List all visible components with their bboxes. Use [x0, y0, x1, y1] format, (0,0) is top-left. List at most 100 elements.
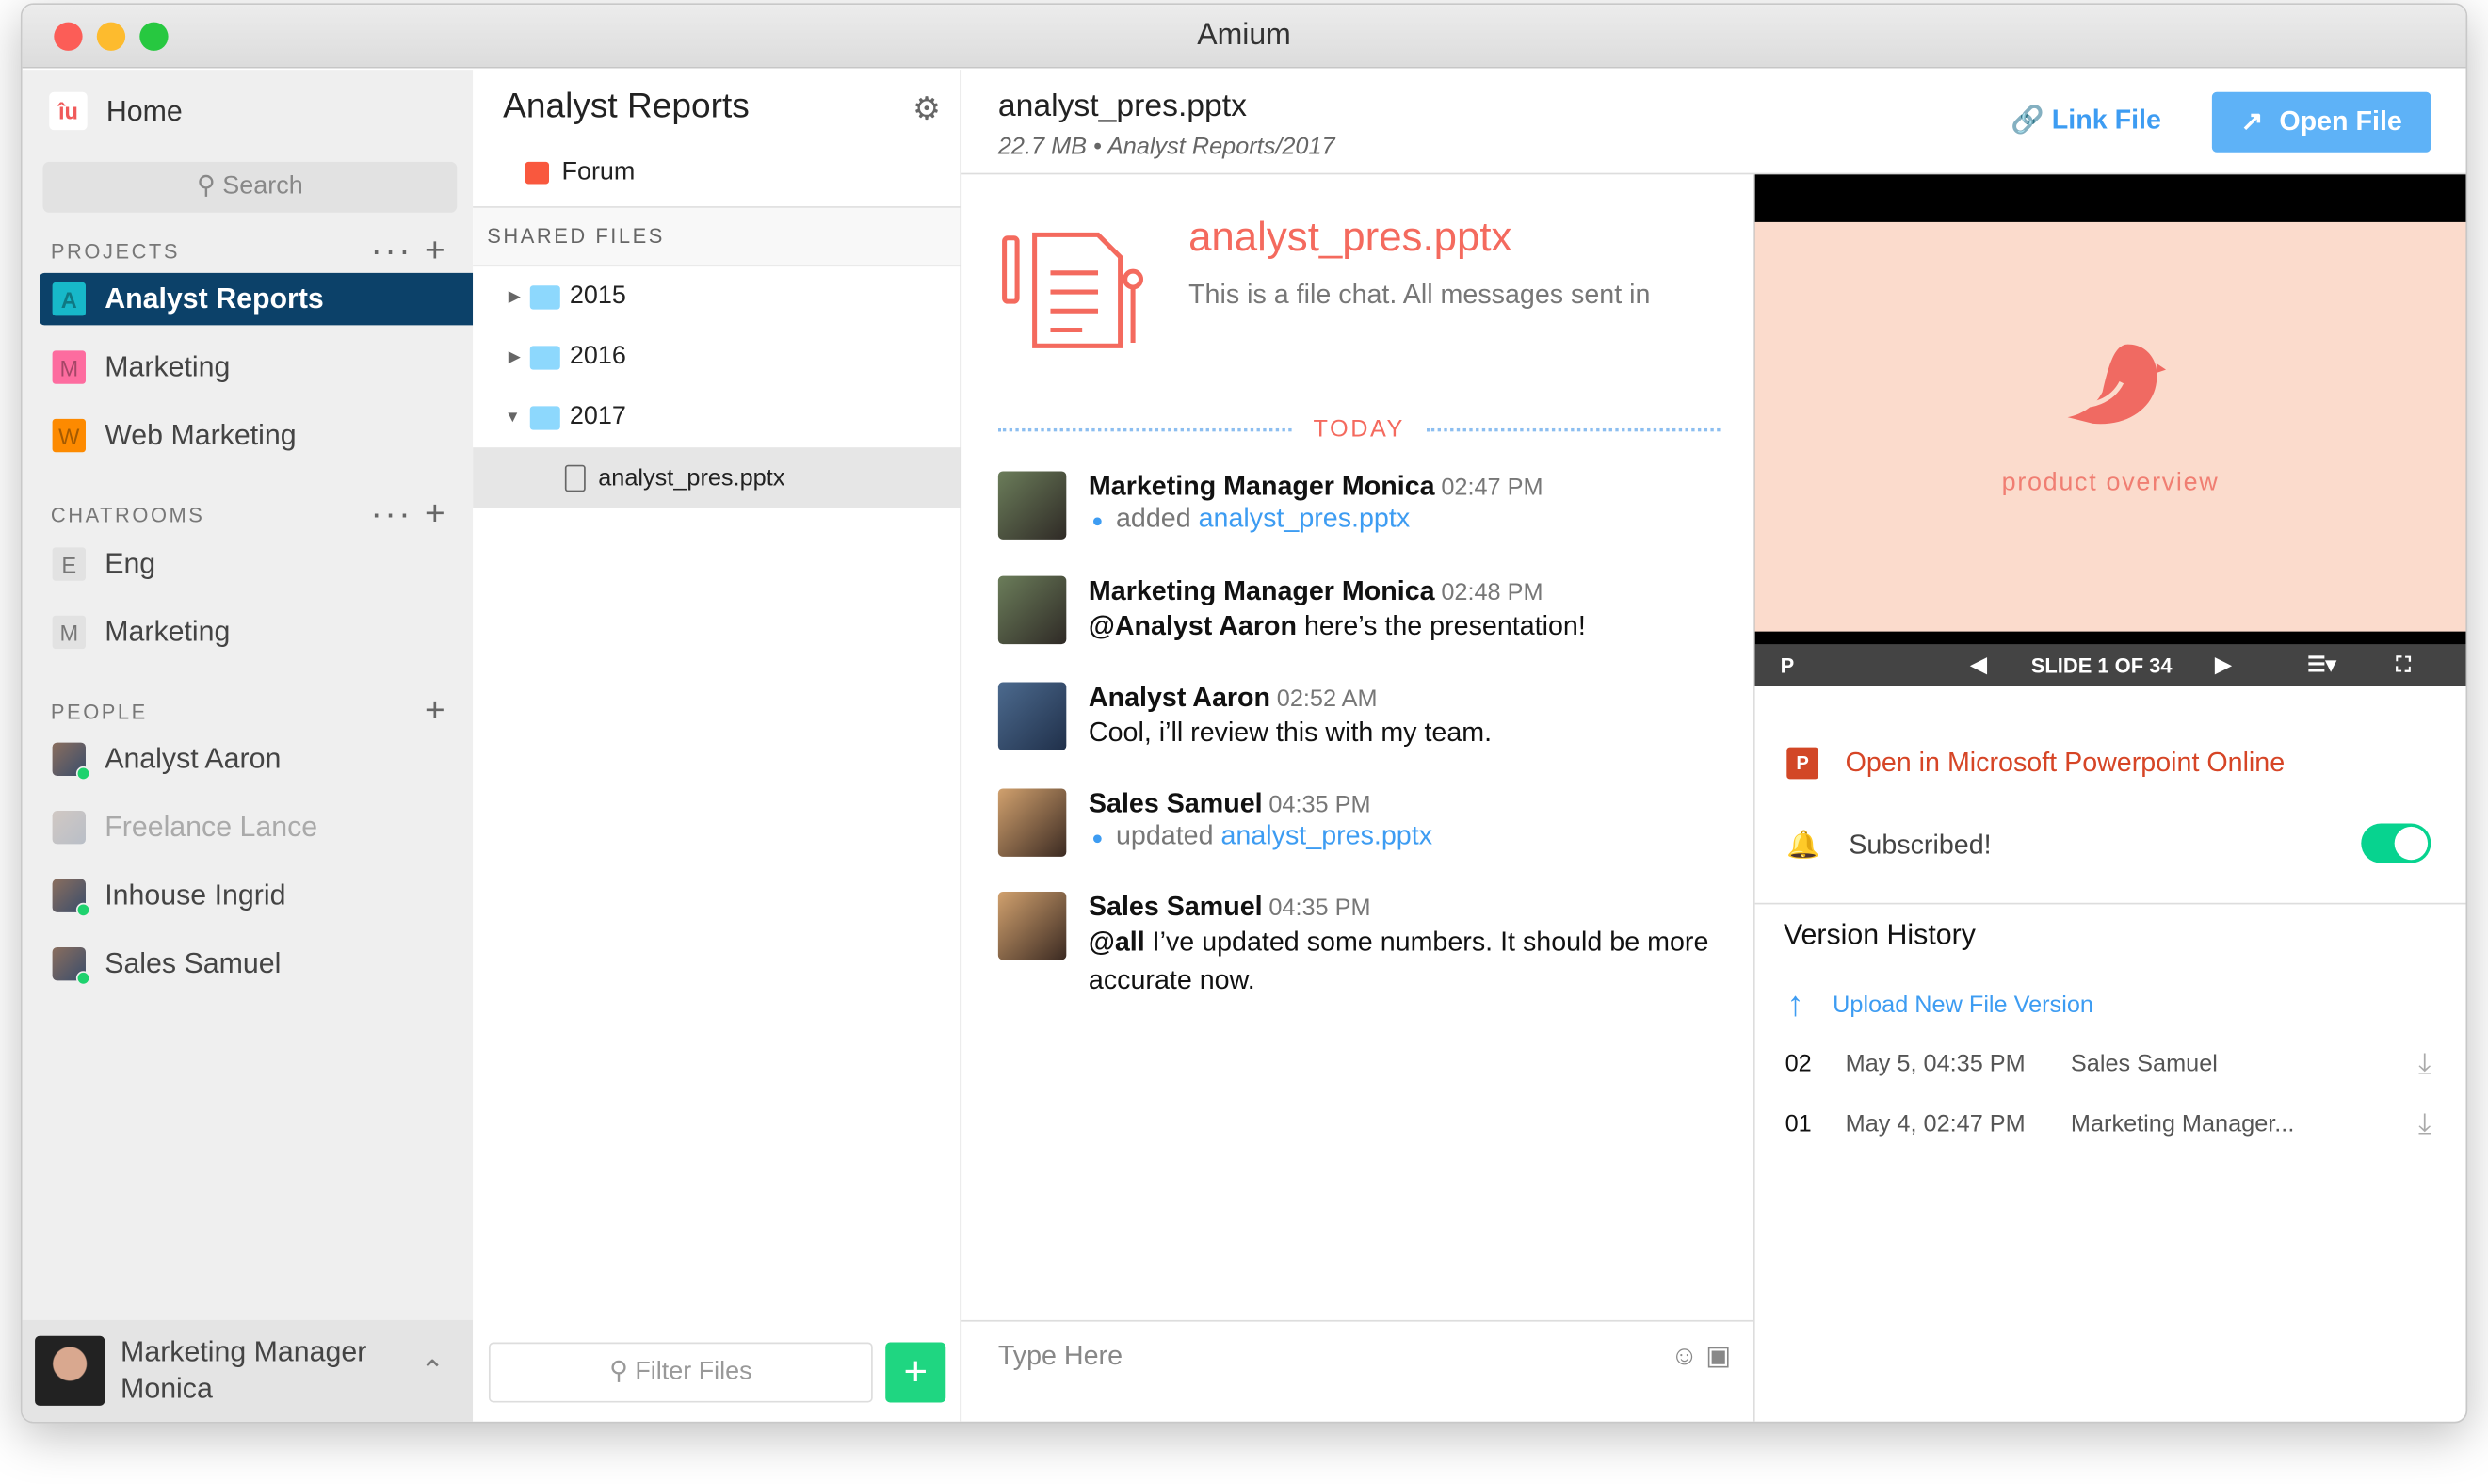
folder-2015[interactable]: ▶ 2015 [473, 266, 960, 327]
caret-right-icon[interactable]: ▶ [492, 348, 521, 366]
fullscreen-icon[interactable]: ⛶ [2396, 653, 2410, 678]
projects-header: PROJECTS ··· + [51, 230, 447, 269]
person-label: Sales Samuel [105, 946, 282, 979]
avatar [52, 811, 86, 845]
download-icon[interactable]: ⤓ [2418, 1107, 2431, 1140]
message-author[interactable]: Marketing Manager Monica [1089, 471, 1435, 501]
more-icon[interactable]: ··· [371, 493, 425, 533]
folder-label: 2016 [569, 342, 626, 370]
chat-message: Sales Samuel 04:35 PM @all I’ve updated so… [997, 891, 1728, 1000]
link-file-button[interactable]: 🔗 Link File [2011, 105, 2161, 137]
message-author[interactable]: Analyst Aaron [1089, 683, 1270, 713]
mention[interactable]: @Analyst Aaron [1089, 611, 1297, 641]
forum-label: Forum [561, 158, 636, 186]
upload-new-version-button[interactable]: ↑ Upload New File Version [1786, 984, 2093, 1025]
people-header: PEOPLE + [50, 690, 447, 730]
notes-menu-icon[interactable]: ☰▾ [2307, 653, 2336, 678]
filter-files-input[interactable]: ⚲ Filter Files [488, 1342, 873, 1403]
link-icon: 🔗 [2011, 105, 2044, 136]
sidebar-item-web-marketing[interactable]: W Web Marketing [40, 410, 473, 462]
version-number: 01 [1785, 1110, 1812, 1138]
home-link[interactable]: îu Home [49, 91, 183, 131]
version-author: Marketing Manager... [2070, 1110, 2295, 1138]
subscribed-label: Subscribed! [1849, 830, 1992, 861]
folder-2016[interactable]: ▶ 2016 [473, 327, 960, 387]
sidebar-item-analyst-reports[interactable]: A Analyst Reports [40, 272, 474, 326]
caret-right-icon[interactable]: ▶ [492, 288, 521, 306]
emoji-icon[interactable]: ☺ [1671, 1341, 1698, 1371]
download-icon[interactable]: ⤓ [2418, 1047, 2431, 1080]
open-in-powerpoint-link[interactable]: P Open in Microsoft Powerpoint Online [1786, 747, 2286, 780]
filter-placeholder: Filter Files [635, 1358, 752, 1386]
zoom-button[interactable] [139, 22, 169, 51]
message-author[interactable]: Marketing Manager Monica [1089, 576, 1435, 606]
forum-link[interactable]: Forum [525, 158, 636, 187]
image-upload-icon[interactable]: ▣ [1705, 1341, 1731, 1371]
caret-down-icon[interactable]: ▼ [492, 409, 521, 427]
version-date: May 5, 04:35 PM [1845, 1050, 2026, 1078]
title-bar: Amium [22, 5, 2466, 69]
chatroom-label: Eng [105, 547, 156, 580]
upload-label: Upload New File Version [1833, 991, 2093, 1018]
user-name-line1: Marketing Manager [121, 1335, 367, 1368]
open-file-button[interactable]: ↗ Open File [2211, 91, 2431, 153]
sidebar: îu Home ⚲ Search PROJECTS ··· + A Analyst R… [22, 70, 474, 1422]
next-slide-button[interactable]: ▶ [2215, 653, 2231, 678]
more-icon[interactable]: ··· [371, 230, 425, 269]
previous-slide-button[interactable]: ◀ [1971, 653, 1987, 678]
chat-message: Marketing Manager Monica 02:47 PM ● added a… [997, 471, 1728, 540]
open-ppt-label: Open in Microsoft Powerpoint Online [1845, 747, 2286, 778]
minimize-button[interactable] [96, 22, 126, 51]
add-chatroom-button[interactable]: + [425, 493, 447, 533]
link-file-label: Link File [2051, 105, 2161, 136]
project-label: Analyst Reports [105, 282, 324, 315]
folder-icon [529, 284, 560, 309]
person-label: Inhouse Ingrid [105, 879, 286, 911]
person-sales-samuel[interactable]: Sales Samuel [40, 938, 473, 991]
sidebar-item-marketing-chat[interactable]: M Marketing [40, 606, 473, 659]
sidebar-item-eng[interactable]: E Eng [40, 538, 473, 590]
folder-2017[interactable]: ▼ 2017 [473, 387, 960, 447]
file-link[interactable]: analyst_pres.pptx [1199, 503, 1411, 533]
person-freelance-lance[interactable]: Freelance Lance [40, 801, 473, 854]
file-details-panel: product overview P ◀ SLIDE 1 OF 34 ▶ ☰▾ … [1753, 174, 2466, 1422]
mention[interactable]: @all [1089, 927, 1145, 957]
online-indicator [75, 766, 91, 782]
add-person-button[interactable]: + [425, 690, 447, 730]
version-history: Version History ↑ Upload New File Version… [1754, 902, 2466, 1139]
subscribe-toggle[interactable] [2361, 823, 2431, 863]
add-project-button[interactable]: + [425, 230, 447, 269]
avatar [52, 742, 91, 782]
external-link-icon: ↗ [2240, 105, 2264, 137]
app-window: Amium îu Home ⚲ Search PROJECTS ··· + A Ana… [20, 3, 2468, 1424]
sidebar-item-marketing[interactable]: M Marketing [40, 341, 473, 394]
version-row[interactable]: 02 May 5, 04:35 PM Sales Samuel ⤓ [1785, 1047, 2431, 1080]
avatar [997, 682, 1067, 751]
file-analyst-pres[interactable]: analyst_pres.pptx [473, 447, 961, 508]
chat-intro-subtitle: This is a file chat. All messages sent i… [1188, 279, 1651, 310]
avatar [52, 879, 91, 917]
search-input[interactable]: ⚲ Search [42, 161, 458, 213]
version-number: 02 [1785, 1050, 1812, 1078]
file-link[interactable]: analyst_pres.pptx [1221, 820, 1433, 850]
person-analyst-aaron[interactable]: Analyst Aaron [40, 733, 473, 785]
message-time: 04:35 PM [1268, 895, 1371, 922]
avatar [997, 575, 1067, 645]
avatar [997, 788, 1067, 857]
chatrooms-label: CHATROOMS [50, 503, 205, 527]
chat-message: Analyst Aaron 02:52 AM Cool, i’ll review t… [997, 682, 1728, 752]
current-user-menu[interactable]: Marketing Manager Monica ⌃ [22, 1319, 474, 1422]
version-row[interactable]: 01 May 4, 02:47 PM Marketing Manager... ⤓ [1785, 1107, 2431, 1139]
folder-icon [529, 405, 560, 429]
slide-preview[interactable]: product overview P ◀ SLIDE 1 OF 34 ▶ ☰▾ … [1754, 174, 2466, 686]
person-inhouse-ingrid[interactable]: Inhouse Ingrid [40, 869, 473, 922]
message-author[interactable]: Sales Samuel [1089, 788, 1263, 818]
message-input[interactable]: Type Here ☺ ▣ [961, 1319, 1753, 1422]
add-file-button[interactable]: + [885, 1342, 946, 1403]
gear-icon[interactable]: ⚙ [913, 89, 941, 128]
people-label: PEOPLE [50, 700, 148, 724]
project-label: Marketing [105, 350, 231, 383]
message-author[interactable]: Sales Samuel [1089, 892, 1263, 922]
close-button[interactable] [54, 22, 83, 51]
slide-counter: SLIDE 1 OF 34 [2030, 653, 2173, 677]
